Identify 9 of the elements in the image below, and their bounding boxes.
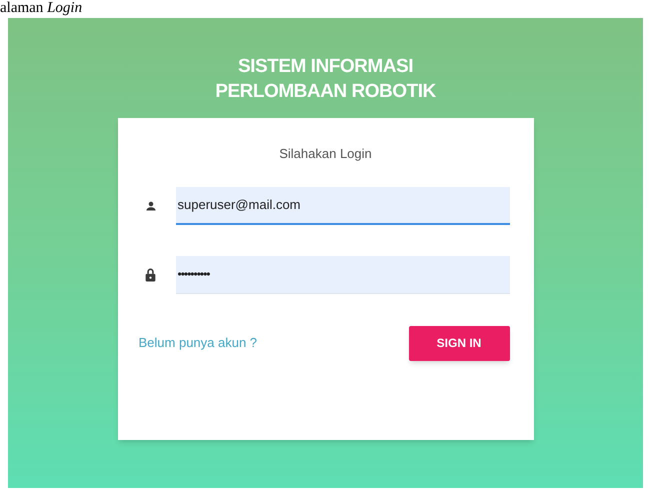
app-title: PERLOMBAAN ROBOTIK bbox=[215, 80, 436, 104]
caption: alaman Login bbox=[0, 0, 82, 16]
email-field[interactable]: superuser@mail.com bbox=[176, 186, 510, 224]
password-field[interactable]: •••••••••• bbox=[176, 256, 510, 294]
sign-in-button[interactable]: SIGN IN bbox=[408, 326, 510, 360]
app-title: SISTEM INFORMASI bbox=[238, 55, 413, 79]
lock-icon bbox=[145, 268, 156, 282]
user-icon bbox=[144, 200, 156, 212]
login-heading: Silahakan Login bbox=[278, 145, 373, 163]
